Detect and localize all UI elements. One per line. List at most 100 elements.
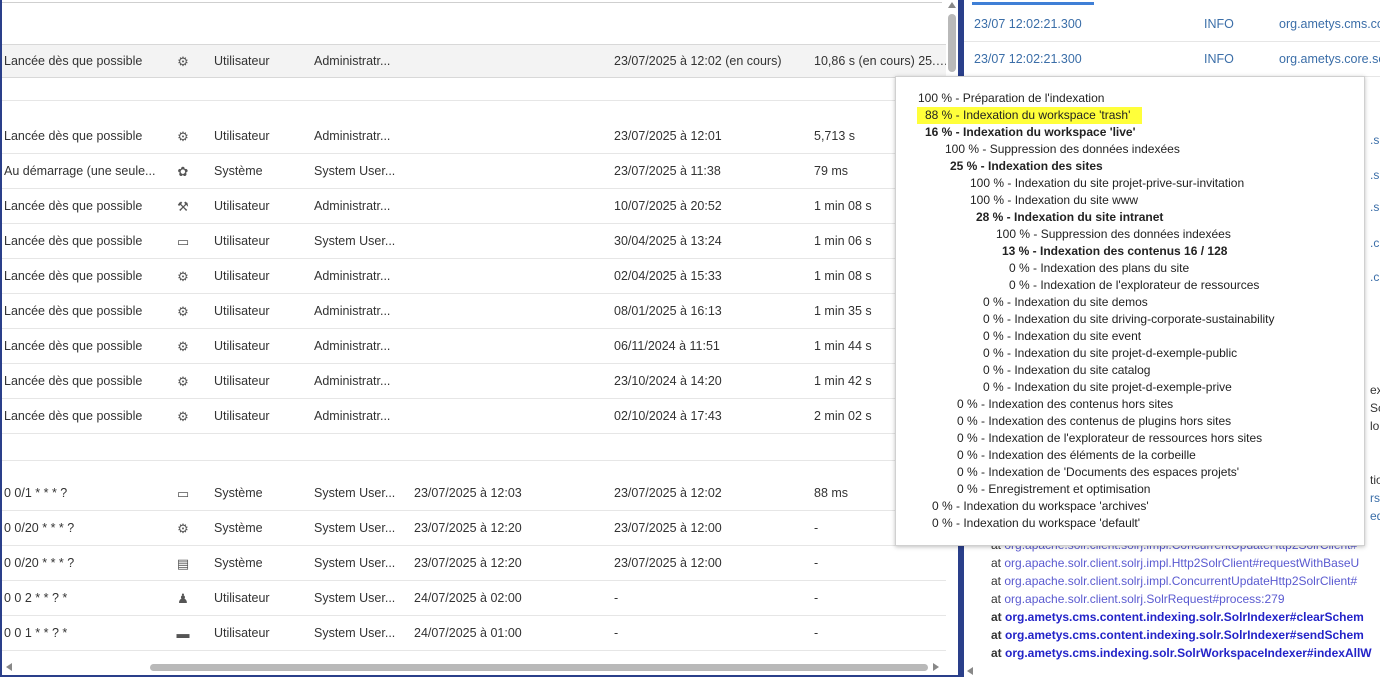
log-category[interactable]: org.ametys.cms.co [1279,7,1380,41]
next-run-cell [414,330,604,364]
progress-line: 0 % - Indexation du site projet-d-exempl… [983,346,1238,360]
type-cell: Utilisateur [214,269,270,283]
stack-class[interactable]: org.apache.solr.client.solrj.impl.Concur… [1004,574,1350,588]
progress-line: 0 % - Indexation du site demos [983,295,1148,309]
stack-method: requestWithBaseU [1259,556,1360,570]
stack-at: at [991,592,1005,606]
type-cell: Utilisateur [214,234,270,248]
last-run-cell: 30/04/2025 à 13:24 [614,234,722,248]
table-row[interactable]: Lancée dès que possible ⚙ Utilisateur Admin… [2,365,946,399]
last-run-cell: 06/11/2024 à 11:51 [614,339,720,353]
fire-cell: Lancée dès que possible [4,269,143,283]
table-row[interactable]: Lancée dès que possible ▭ Utilisateur Syste… [2,225,946,259]
fire-cell: Lancée dès que possible [4,54,143,68]
stack-class[interactable]: org.ametys.cms.content.indexing.solr.Sol… [1005,610,1290,624]
scroll-left-arrow-icon[interactable] [6,663,12,671]
log-row[interactable]: 23/07 12:02:21.300 INFO org.ametys.core.se [964,42,1380,77]
horizontal-scrollbar-thumb[interactable] [150,664,928,671]
log-category[interactable]: org.ametys.core.se [1279,42,1380,76]
table-row[interactable]: 0 0 1 * * ? * ▬ Utilisateur System User... 2… [2,617,946,651]
type-cell: Système [214,164,263,178]
stack-at: at [991,556,1005,570]
progress-line: 100 % - Indexation du site projet-prive-… [970,176,1245,190]
stack-class[interactable]: org.apache.solr.client.solrj.SolrRequest [1004,592,1212,606]
horizontal-scrollbar[interactable] [2,660,946,674]
next-run-cell [414,225,604,259]
sitemap-icon: ⚙ [177,521,189,536]
table-row[interactable]: Lancée dès que possible ⚙ Utilisateur Admin… [2,44,949,78]
fire-cell: Lancée dès que possible [4,234,143,248]
table-row[interactable]: 0 0/20 * * * ? ▤ Système System User... 23/0… [2,547,946,581]
type-cell: Utilisateur [214,199,270,213]
progress-line: 100 % - Suppression des données indexées [945,142,1180,156]
log-fragment: .s [1370,168,1380,182]
fire-cell: Lancée dès que possible [4,339,143,353]
stack-class[interactable]: org.ametys.cms.content.indexing.solr.Sol… [1005,628,1290,642]
next-run-cell: 24/07/2025 à 01:00 [414,626,522,640]
progress-line: 0 % - Enregistrement et optimisation [957,482,1151,496]
table-row[interactable]: 0 0/20 * * * ? ⚙ Système System User... 23/0… [2,512,946,546]
table-row[interactable]: 0 0 2 * * ? * ♟ Utilisateur System User... 2… [2,582,946,616]
table-row[interactable]: Lancée dès que possible ⚙ Utilisateur Admin… [2,120,946,154]
stack-class[interactable]: org.apache.solr.client.solrj.impl.Http2S… [1004,556,1252,570]
progress-line: 0 % - Indexation des plans du site [1009,261,1190,275]
progress-line: 0 % - Indexation du workspace 'archives' [932,499,1149,513]
next-run-cell [414,260,604,294]
user-cell: Administratr... [314,304,391,318]
stack-trace-line: at org.apache.solr.client.solrj.SolrRequ… [991,590,1380,608]
log-horizontal-scrollbar[interactable] [964,665,1380,677]
type-cell: Utilisateur [214,129,270,143]
table-row[interactable]: Lancée dès que possible ⚙ Utilisateur Admin… [2,260,946,294]
group-gap-top [2,100,946,101]
scheduled-tasks-grid: Lancée dès que possible ⚙ Utilisateur Admin… [0,0,958,677]
stack-method: process:279 [1219,592,1285,606]
last-run-cell: - [614,626,619,640]
type-cell: Utilisateur [214,304,270,318]
table-row[interactable]: Au démarrage (une seule... ✿ Système System… [2,155,946,189]
table-row[interactable]: Lancée dès que possible ⚙ Utilisateur Admin… [2,330,946,364]
indexing-progress-tooltip: 100 % - Préparation de l'indexation 88 % … [895,76,1365,546]
table-row[interactable]: Lancée dès que possible ⚒ Utilisateur Admin… [2,190,946,224]
log-fragment: exi [1370,383,1380,397]
gears-icon: ⚙ [177,374,189,389]
log-level: INFO [1204,17,1234,31]
stack-class[interactable]: org.ametys.cms.indexing.solr.SolrWorkspa… [1005,646,1307,660]
last-run-cell: 23/07/2025 à 12:00 [614,521,722,535]
vertical-scrollbar-thumb[interactable] [948,14,956,72]
gears-icon: ⚙ [177,54,189,69]
last-run-cell: 02/04/2025 à 15:33 [614,269,722,283]
stack-trace-line: at org.ametys.cms.indexing.solr.SolrWork… [991,644,1380,662]
table-row[interactable]: 0 0/1 * * * ? ▭ Système System User... 23/07… [2,477,946,511]
progress-line: 0 % - Indexation du site driving-corpora… [983,312,1275,326]
log-row[interactable]: 23/07 12:02:21.300 INFO org.ametys.cms.co [964,7,1380,42]
type-cell: Utilisateur [214,591,270,605]
user-cell: System User... [314,486,396,500]
last-run-cell: 23/07/2025 à 12:00 [614,556,722,570]
next-run-cell: 23/07/2025 à 12:20 [414,556,522,570]
user-cell: System User... [314,591,396,605]
fire-cell: Lancée dès que possible [4,409,143,423]
monitor-icon: ▭ [176,486,190,501]
next-run-cell: 23/07/2025 à 12:03 [414,486,522,500]
scroll-right-arrow-icon[interactable] [933,663,939,671]
fire-cell: 0 0 2 * * ? * [4,591,68,605]
log-fragment: rsA [1370,491,1380,505]
user-cell: Administratr... [314,409,391,423]
type-cell: Utilisateur [214,409,270,423]
progress-line: 100 % - Indexation du site www [970,193,1139,207]
table-row[interactable]: Lancée dès que possible ⚙ Utilisateur Admin… [2,400,946,434]
scroll-left-arrow-icon[interactable] [967,667,973,675]
grid-top-border [2,2,942,3]
type-cell: Utilisateur [214,374,270,388]
scroll-up-arrow-icon[interactable] [948,2,956,8]
duration-cell: 10,86 s (en cours) 25.81 [814,54,949,68]
user-cell: Administratr... [314,54,391,68]
progress-line: 28 % - Indexation du site intranet [976,210,1164,224]
duration-cell: - [814,556,819,570]
stack-at: at [991,610,1006,624]
last-run-cell: 23/07/2025 à 11:38 [614,164,721,178]
table-row[interactable]: Lancée dès que possible ⚙ Utilisateur Admin… [2,295,946,329]
progress-line: 100 % - Préparation de l'indexation [918,91,1105,105]
stack-trace-line: at org.apache.solr.client.solrj.impl.Htt… [991,554,1380,572]
last-run-cell: 23/10/2024 à 14:20 [614,374,722,388]
